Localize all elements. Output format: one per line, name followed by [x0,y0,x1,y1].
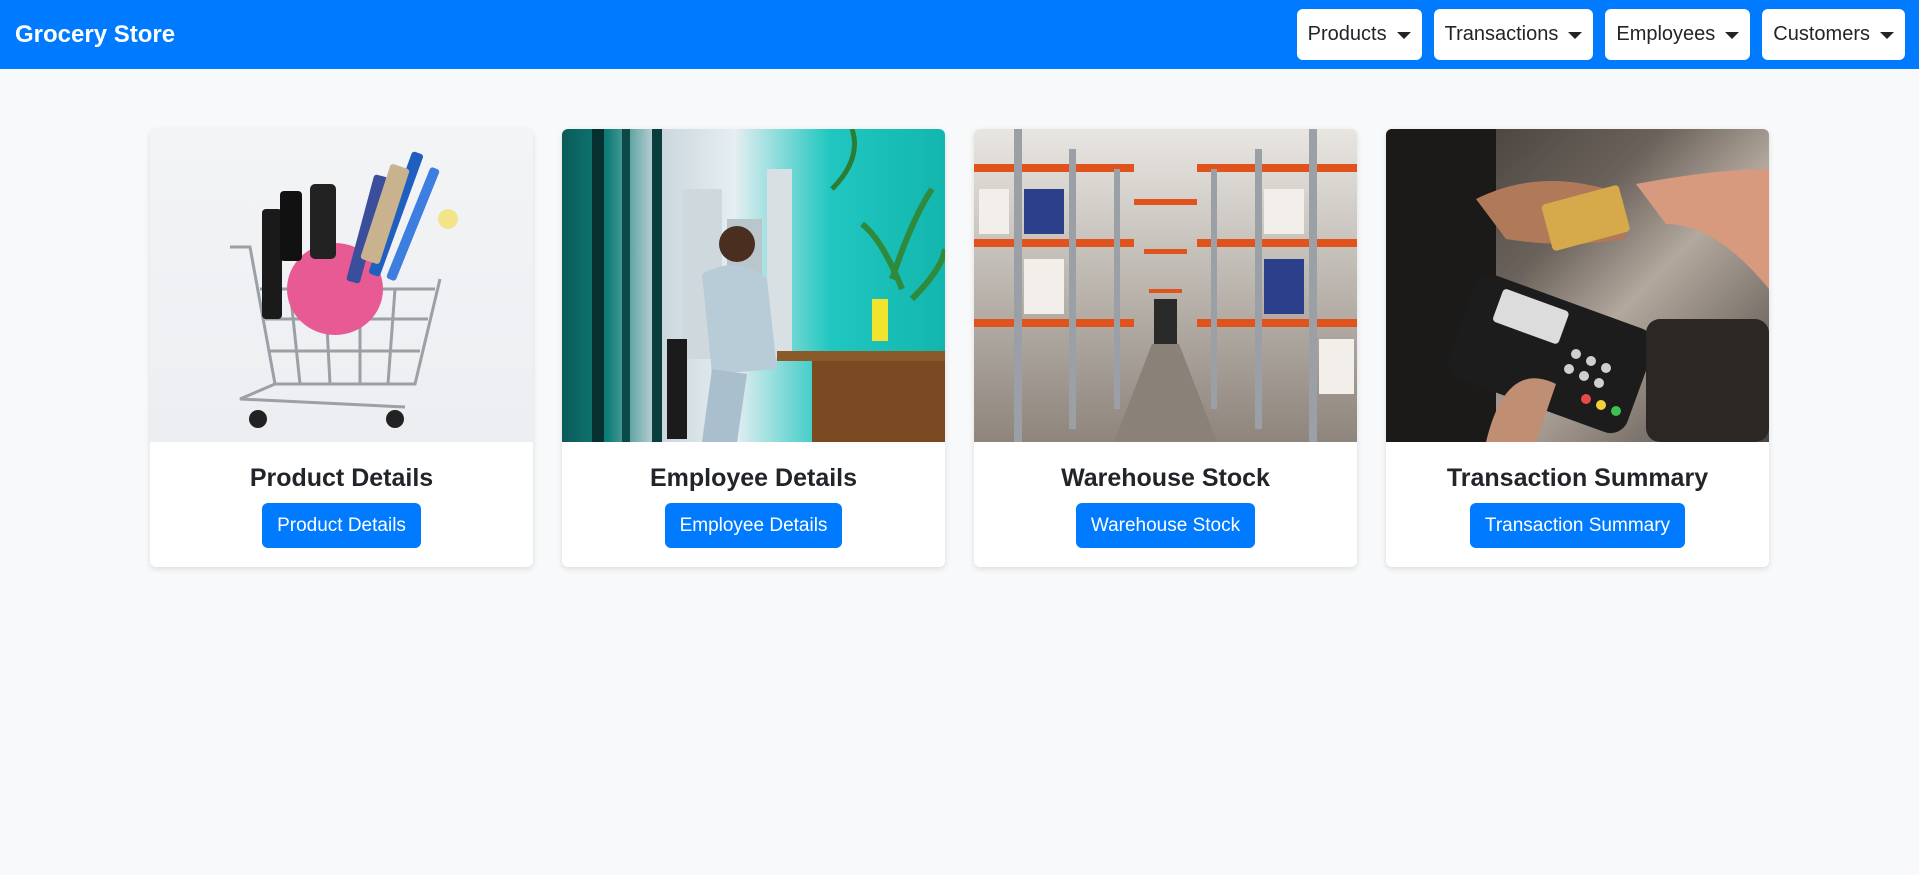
product-details-card: Product Details Product Details [150,129,533,567]
card-title: Employee Details [649,464,858,492]
warehouse-aisle-image [974,129,1357,442]
product-details-button[interactable]: Product Details [262,503,421,548]
warehouse-stock-card: Warehouse Stock Warehouse Stock [974,129,1357,567]
caret-down-icon [1725,32,1740,39]
employees-dropdown-label: Employees [1616,23,1716,45]
warehouse-stock-button[interactable]: Warehouse Stock [1075,503,1256,548]
caret-down-icon [1880,32,1894,39]
employee-details-button[interactable]: Employee Details [664,503,843,548]
card-title: Warehouse Stock [1061,464,1270,492]
products-dropdown[interactable]: Products [1296,9,1422,60]
customers-dropdown-label: Customers [1773,23,1870,45]
employees-dropdown[interactable]: Employees [1605,9,1751,60]
transactions-dropdown-label: Transactions [1444,23,1559,45]
caret-down-icon [1396,32,1411,39]
transaction-summary-button[interactable]: Transaction Summary [1469,503,1686,548]
card-payment-image [1386,129,1769,442]
office-worker-image [562,129,945,442]
dashboard-cards: Product Details Product Details Employee… [150,129,1769,567]
nav-menus: Products Transactions Employees Customer… [1296,9,1905,60]
card-title: Transaction Summary [1446,464,1709,492]
caret-down-icon [1568,32,1583,39]
top-navbar: Grocery Store Products Transactions Empl… [0,0,1919,69]
products-dropdown-label: Products [1307,23,1387,45]
card-title: Product Details [249,464,434,492]
shopping-cart-image [150,129,533,442]
customers-dropdown[interactable]: Customers [1762,9,1905,60]
transaction-summary-card: Transaction Summary Transaction Summary [1386,129,1769,567]
brand-link[interactable]: Grocery Store [15,21,175,49]
transactions-dropdown[interactable]: Transactions [1433,9,1594,60]
employee-details-card: Employee Details Employee Details [562,129,945,567]
